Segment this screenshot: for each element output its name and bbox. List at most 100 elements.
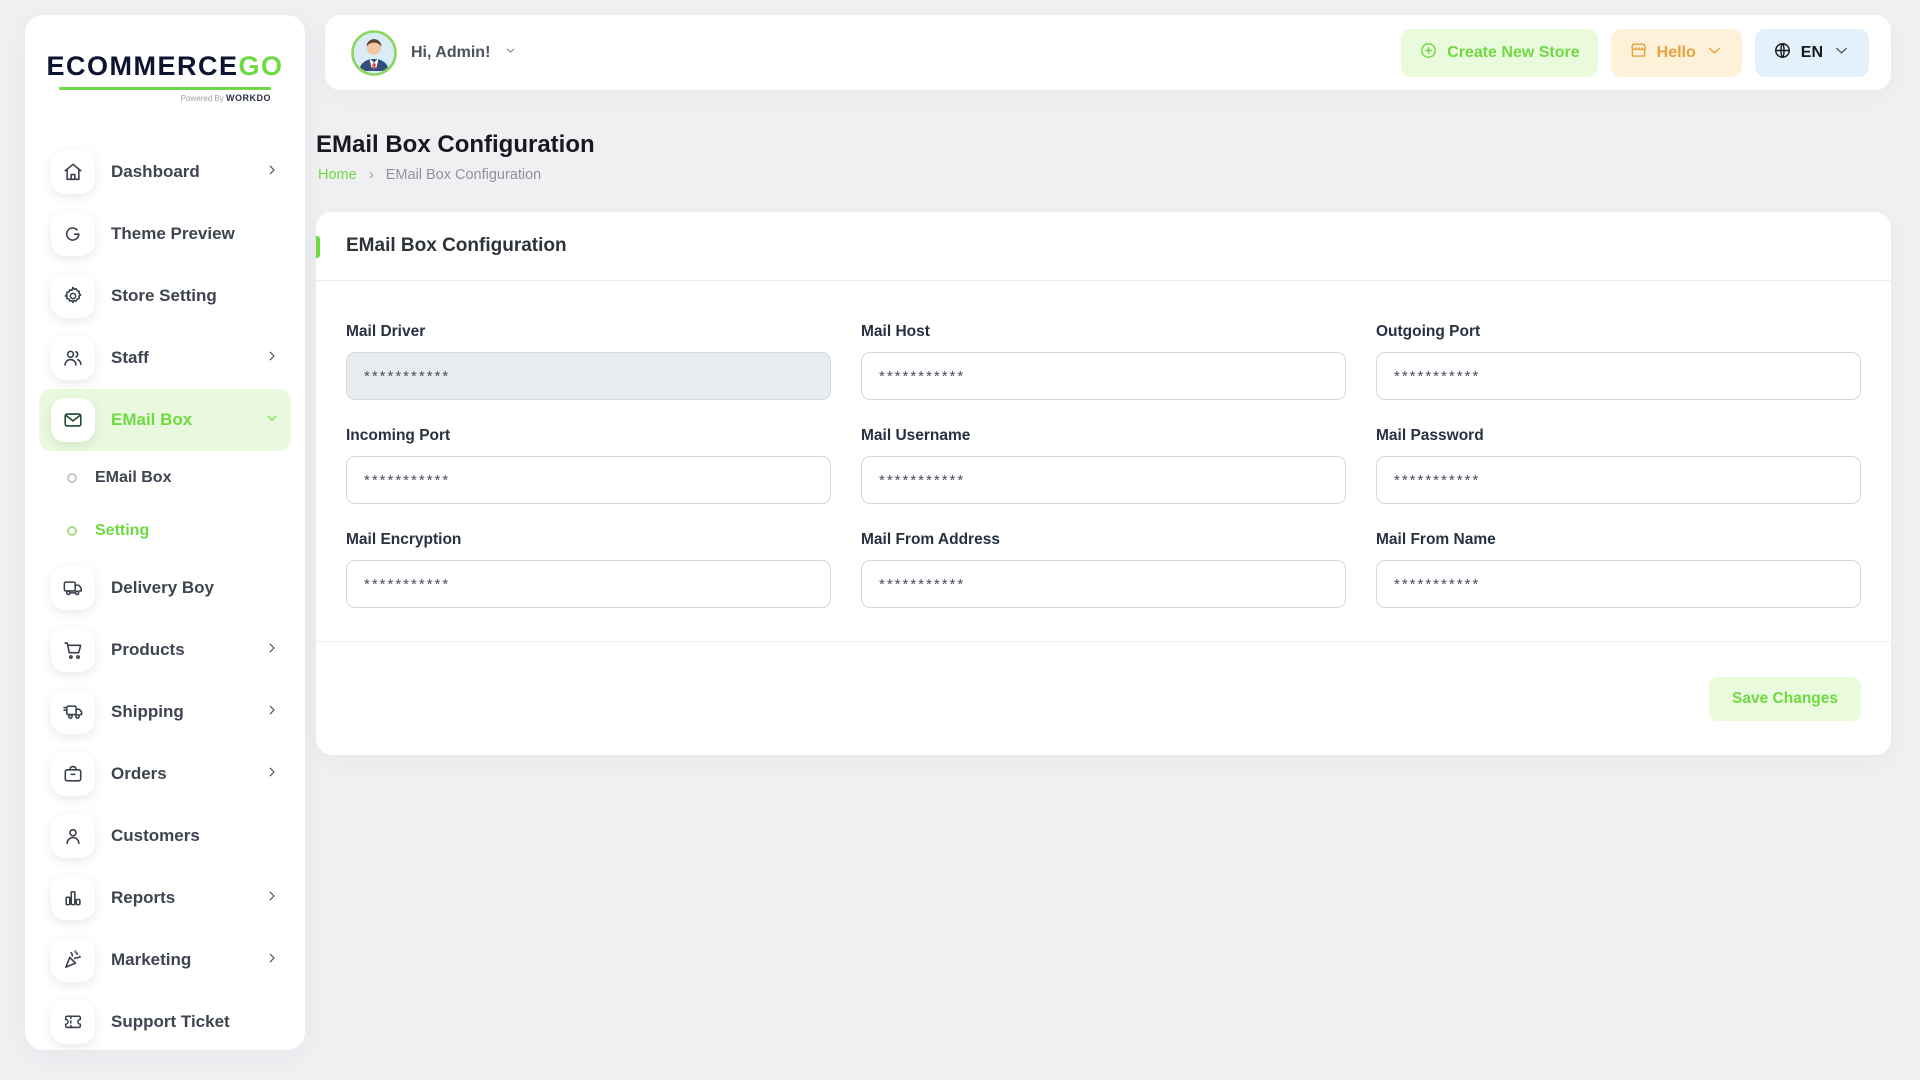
gear-icon xyxy=(51,274,95,318)
plus-circle-icon xyxy=(1419,41,1438,65)
header-actions: Create New Store Hello EN xyxy=(1401,29,1869,77)
chevron-right-icon xyxy=(265,703,279,722)
sidebar-item-label: Shipping xyxy=(111,702,249,722)
globe-icon xyxy=(1773,41,1792,65)
delivery-truck-icon xyxy=(51,566,95,610)
sidebar-nav: Dashboard Theme Preview Store Setting St… xyxy=(25,141,305,1050)
sidebar-item-label: Reports xyxy=(111,888,249,908)
sidebar-item[interactable]: Staff xyxy=(39,327,291,389)
field-label: Mail Encryption xyxy=(346,531,831,549)
sidebar-item[interactable]: Products xyxy=(39,619,291,681)
field-label: Mail Host xyxy=(861,323,1346,341)
greeting-text: Hi, Admin! xyxy=(411,44,490,62)
theme-preview-icon xyxy=(51,212,95,256)
sidebar-item[interactable]: Setting xyxy=(39,504,291,557)
sidebar-item[interactable]: Delivery Boy xyxy=(39,557,291,619)
sidebar-item[interactable]: Shipping xyxy=(39,681,291,743)
breadcrumb-home-link[interactable]: Home xyxy=(318,167,357,183)
chevron-right-icon xyxy=(265,349,279,368)
field-label: Mail From Address xyxy=(861,531,1346,549)
card-accent-bar xyxy=(316,236,320,258)
create-new-store-button[interactable]: Create New Store xyxy=(1401,29,1598,77)
mail-icon xyxy=(51,398,95,442)
field-label: Mail From Name xyxy=(1376,531,1861,549)
sidebar-item-label: Products xyxy=(111,640,249,660)
breadcrumb-current: EMail Box Configuration xyxy=(386,167,542,183)
form-field: Outgoing Port xyxy=(1376,323,1861,400)
home-icon xyxy=(51,150,95,194)
chevron-right-icon xyxy=(265,889,279,908)
field-label: Mail Password xyxy=(1376,427,1861,445)
staff-icon xyxy=(51,336,95,380)
save-changes-button[interactable]: Save Changes xyxy=(1709,677,1861,721)
form-field: Mail Driver xyxy=(346,323,831,400)
field-input[interactable] xyxy=(1376,560,1861,608)
field-label: Mail Username xyxy=(861,427,1346,445)
card-footer: Save Changes xyxy=(316,641,1891,755)
sidebar-item-label: Marketing xyxy=(111,950,249,970)
ticket-icon xyxy=(51,1000,95,1044)
powered-by: Powered By WORKDO xyxy=(59,93,271,103)
field-input[interactable] xyxy=(861,560,1346,608)
sidebar-item-label: Support Ticket xyxy=(111,1012,279,1032)
sidebar-item[interactable]: Store Setting xyxy=(39,265,291,327)
field-input[interactable] xyxy=(1376,456,1861,504)
field-label: Mail Driver xyxy=(346,323,831,341)
sidebar-item[interactable]: Support Ticket xyxy=(39,991,291,1050)
avatar xyxy=(351,30,397,76)
card-body: Mail Driver Mail Host Outgoing Port Inco… xyxy=(316,281,1891,608)
field-input xyxy=(346,352,831,400)
sidebar-item-label: Store Setting xyxy=(111,286,279,306)
sidebar-item[interactable]: EMail Box xyxy=(39,451,291,504)
reports-icon xyxy=(51,876,95,920)
page-title: EMail Box Configuration xyxy=(316,131,595,159)
brand-logo[interactable]: ECOMMERCEGO Powered By WORKDO xyxy=(25,15,305,141)
breadcrumb: Home › EMail Box Configuration xyxy=(318,166,541,183)
sidebar-item[interactable]: EMail Box xyxy=(39,389,291,451)
sidebar-item[interactable]: Marketing xyxy=(39,929,291,991)
field-input[interactable] xyxy=(861,456,1346,504)
sidebar-item-label: Dashboard xyxy=(111,162,249,182)
field-input[interactable] xyxy=(346,560,831,608)
form-field: Mail Password xyxy=(1376,427,1861,504)
user-menu[interactable]: Hi, Admin! xyxy=(351,30,517,76)
sidebar-item-label: Staff xyxy=(111,348,249,368)
storefront-icon xyxy=(1629,41,1648,65)
field-input[interactable] xyxy=(1376,352,1861,400)
field-input[interactable] xyxy=(346,456,831,504)
email-config-card: EMail Box Configuration Mail Driver Mail… xyxy=(316,212,1891,755)
field-input[interactable] xyxy=(861,352,1346,400)
sidebar-item[interactable]: Theme Preview xyxy=(39,203,291,265)
sidebar-item-label: Delivery Boy xyxy=(111,578,279,598)
sidebar-item[interactable]: Dashboard xyxy=(39,141,291,203)
form-field: Mail From Name xyxy=(1376,531,1861,608)
form-field: Mail Host xyxy=(861,323,1346,400)
store-hello-button[interactable]: Hello xyxy=(1611,29,1742,77)
chevron-down-icon xyxy=(265,411,279,430)
sidebar-item-label: EMail Box xyxy=(111,410,249,430)
field-label: Incoming Port xyxy=(346,427,831,445)
card-header: EMail Box Configuration xyxy=(316,212,1891,281)
field-label: Outgoing Port xyxy=(1376,323,1861,341)
brand-name-accent: GO xyxy=(239,51,284,81)
sidebar-item[interactable]: Reports xyxy=(39,867,291,929)
chevron-right-icon xyxy=(265,641,279,660)
form-field: Mail Username xyxy=(861,427,1346,504)
customer-icon xyxy=(51,814,95,858)
sidebar-item-label: Setting xyxy=(95,522,279,540)
sidebar-item[interactable]: Orders xyxy=(39,743,291,805)
marketing-icon xyxy=(51,938,95,982)
chevron-down-icon xyxy=(504,44,517,62)
language-selector[interactable]: EN xyxy=(1755,29,1869,77)
sidebar-item-label: Theme Preview xyxy=(111,224,279,244)
chevron-right-icon xyxy=(265,163,279,182)
breadcrumb-separator: › xyxy=(369,166,374,183)
fields-grid: Mail Driver Mail Host Outgoing Port Inco… xyxy=(346,323,1861,608)
sidebar-item[interactable]: Customers xyxy=(39,805,291,867)
cart-icon xyxy=(51,628,95,672)
sidebar-item-label: EMail Box xyxy=(95,469,279,487)
bullet-icon xyxy=(67,473,77,483)
sidebar: ECOMMERCEGO Powered By WORKDO Dashboard … xyxy=(25,15,305,1050)
sidebar-item-label: Orders xyxy=(111,764,249,784)
chevron-down-icon xyxy=(1705,41,1724,65)
